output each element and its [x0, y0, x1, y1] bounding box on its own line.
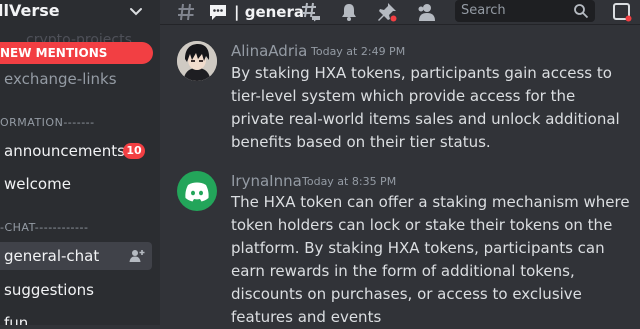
message-item[interactable]: AlinaAdria Today at 2:49 PM By staking H…	[160, 40, 640, 151]
message-timestamp: Today at 2:49 PM	[311, 45, 406, 58]
notification-bell-icon[interactable]	[339, 2, 359, 22]
sidebar-item-exchange-links[interactable]: exchange-links	[0, 65, 152, 93]
discord-logo-icon	[185, 182, 209, 202]
message-content: By staking HXA tokens, participants gain…	[231, 64, 620, 151]
sidebar-item-suggestions[interactable]: suggestions	[0, 276, 152, 304]
sidebar-item-label: general-chat	[4, 247, 100, 265]
search-icon	[574, 4, 589, 19]
pinned-messages-icon[interactable]	[377, 2, 397, 22]
sidebar-item-announcements[interactable]: announcements 10	[0, 137, 152, 165]
sidebar-item-label: welcome	[4, 175, 71, 193]
server-name: llVerse	[0, 1, 60, 20]
sidebar-item-welcome[interactable]: welcome	[0, 170, 152, 198]
chevron-down-icon	[130, 8, 142, 16]
text-channel-icon	[210, 5, 226, 20]
sidebar-item-fun[interactable]: fun	[0, 309, 152, 325]
new-mentions-bar[interactable]: NEW MENTIONS	[0, 42, 153, 64]
sidebar-item-label: suggestions	[4, 281, 94, 299]
category-chat[interactable]: -CHAT------------	[0, 221, 88, 234]
message-author[interactable]: IrynaInna	[231, 172, 302, 190]
threads-icon[interactable]	[301, 2, 321, 22]
message-timestamp: Today at 8:35 PM	[302, 175, 397, 188]
message-author[interactable]: AlinaAdria	[231, 42, 307, 60]
mention-badge: 10	[123, 143, 145, 159]
channel-title: | genera	[234, 3, 304, 21]
message-item[interactable]: IrynaInna Today at 8:35 PM The HXA token…	[160, 170, 640, 326]
add-member-icon[interactable]	[129, 248, 145, 264]
server-header[interactable]: llVerse	[0, 0, 160, 24]
category-information[interactable]: ORMATION-------	[0, 116, 95, 129]
avatar[interactable]	[177, 171, 217, 211]
sidebar-item-label: fun	[4, 314, 29, 325]
hashtag-icon	[178, 3, 194, 21]
sidebar-item-label: exchange-links	[4, 70, 117, 88]
avatar[interactable]	[177, 41, 217, 81]
search-placeholder: Search	[461, 3, 506, 18]
anime-avatar-icon	[177, 41, 217, 81]
sidebar-item-label: announcements	[4, 142, 125, 160]
channel-sidebar: llVerse crypto-projects NEW MENTIONS exc…	[0, 0, 160, 325]
member-list-icon[interactable]	[416, 2, 436, 22]
message-content: The HXA token can offer a staking mechan…	[231, 193, 630, 326]
sidebar-item-general-chat[interactable]: general-chat	[0, 242, 152, 270]
channel-topbar: | genera Search	[160, 0, 640, 25]
inbox-icon[interactable]	[612, 2, 632, 22]
search-input[interactable]: Search	[455, 0, 595, 22]
